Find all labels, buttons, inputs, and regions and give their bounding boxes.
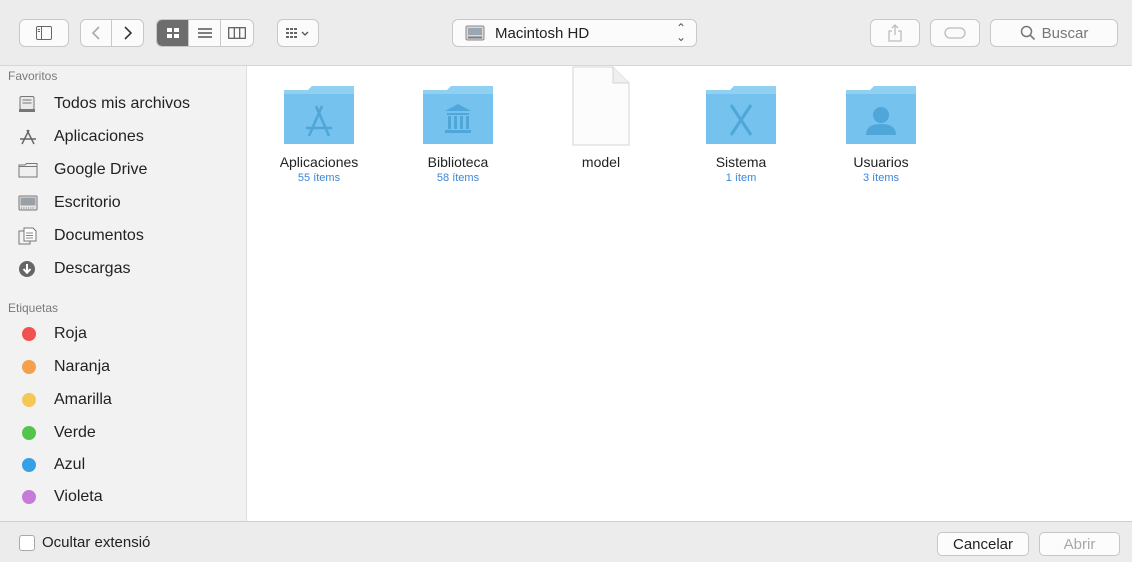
bottom-bar: Ocultar extensió Cancelar Abrir [0,521,1132,562]
hide-extension-checkbox[interactable] [19,535,35,551]
favorites-header: Favoritos [8,69,58,83]
library-folder-icon [418,66,498,146]
file-name: Aplicaciones [279,154,359,170]
sidebar-item-label: Naranja [54,358,111,375]
search-field[interactable]: Buscar [990,19,1118,47]
sidebar-item-tag-yellow[interactable]: Amarilla [18,386,112,414]
sidebar-item-label: Documentos [54,227,144,244]
system-folder-icon [701,66,781,146]
share-button[interactable] [870,19,920,47]
sidebar-item-label: Amarilla [54,391,112,408]
view-mode-control [156,19,254,47]
file-item-model[interactable]: model [546,66,656,172]
icon-view-button[interactable] [157,20,190,46]
columns-icon [227,27,246,39]
sidebar-icon [36,26,52,40]
sidebar-item-tag-orange[interactable]: Naranja [18,353,110,381]
applications-icon [18,127,42,147]
sidebar-item-label: Descargas [54,260,131,277]
hide-extension-label: Ocultar extensió [42,534,151,551]
column-view-button[interactable] [221,20,253,46]
sidebar-item-applications[interactable]: Aplicaciones [18,123,144,151]
sidebar-item-label: Roja [54,325,87,342]
file-item-count: 55 ítems [297,172,341,184]
file-item-applications[interactable]: Aplicaciones 55 ítems [264,66,374,184]
file-name: Usuarios [853,154,909,170]
file-item-count: 3 ítems [862,172,900,184]
navigation-buttons [80,19,144,47]
up-down-chevron-icon: ⌃ ⌄ [675,21,686,44]
sidebar-item-label: Violeta [54,488,103,505]
file-name: Biblioteca [427,154,489,170]
sidebar-item-label: Todos mis archivos [54,95,191,112]
all-files-icon [18,94,42,114]
list-view-button[interactable] [189,20,221,46]
back-button[interactable] [81,20,113,46]
sidebar-item-documents[interactable]: Documentos [18,222,144,250]
tags-header: Etiquetas [8,301,59,315]
file-name: Sistema [715,154,767,170]
sidebar-item-downloads[interactable]: Descargas [18,255,130,283]
documents-icon [18,226,42,246]
desktop-icon [18,193,42,213]
file-browser: Aplicaciones 55 ítems Biblioteca 58 ítem… [248,66,1132,521]
tag-button[interactable] [930,19,980,47]
location-popup[interactable]: Macintosh HD ⌃ ⌄ [452,19,697,47]
sidebar-item-label: Escritorio [54,194,121,211]
file-item-system[interactable]: Sistema 1 ítem [686,66,796,184]
orange-tag-icon [22,360,36,374]
search-placeholder: Buscar [1041,24,1089,42]
forward-button[interactable] [112,20,143,46]
sidebar-item-tag-blue[interactable]: Azul [18,451,85,479]
sidebar-item-desktop[interactable]: Escritorio [18,189,121,217]
applications-folder-icon [279,66,359,146]
sidebar-item-label: Azul [54,456,86,473]
file-item-count: 58 ítems [436,172,480,184]
file-item-library[interactable]: Biblioteca 58 ítems [403,66,513,184]
chevron-left-icon [91,26,100,40]
sidebar-item-tag-green[interactable]: Verde [18,419,96,447]
red-tag-icon [22,327,36,341]
open-button[interactable]: Abrir [1039,532,1120,556]
sidebar-item-tag-red[interactable]: Roja [18,320,87,348]
chevron-right-icon [123,26,132,40]
sidebar-item-label: Aplicaciones [54,128,144,145]
sidebar-toggle-button[interactable] [19,19,69,47]
sidebar-item-tag-violet[interactable]: Violeta [18,483,103,511]
grid-icon [166,28,179,38]
sidebar: Favoritos Todos mis archivos Aplicacione… [0,66,247,521]
cancel-button[interactable]: Cancelar [937,532,1029,556]
downloads-icon [18,259,42,279]
tag-icon [944,27,966,39]
location-label: Macintosh HD [495,24,590,42]
green-tag-icon [22,426,36,440]
search-icon [1020,25,1035,41]
document-icon [561,66,641,146]
toolbar: Macintosh HD ⌃ ⌄ Buscar [0,0,1132,66]
file-item-users[interactable]: Usuarios 3 ítems [826,66,936,184]
sidebar-item-label: Verde [54,424,96,441]
sidebar-item-google-drive[interactable]: Google Drive [18,156,147,184]
blue-tag-icon [22,458,36,472]
file-item-count: 1 ítem [725,172,757,184]
list-icon [197,28,212,38]
file-name: model [581,154,621,170]
yellow-tag-icon [22,393,36,407]
folder-icon [18,160,42,180]
users-folder-icon [841,66,921,146]
open-file-dialog: Macintosh HD ⌃ ⌄ Buscar Favoritos Todos m… [0,0,1132,562]
sidebar-item-all-files[interactable]: Todos mis archivos [18,90,190,118]
share-icon [888,24,902,42]
sidebar-item-label: Google Drive [54,161,148,178]
arrange-button[interactable] [277,19,319,47]
hard-drive-icon [465,24,487,42]
arrange-grid-icon [286,28,309,38]
violet-tag-icon [22,490,36,504]
